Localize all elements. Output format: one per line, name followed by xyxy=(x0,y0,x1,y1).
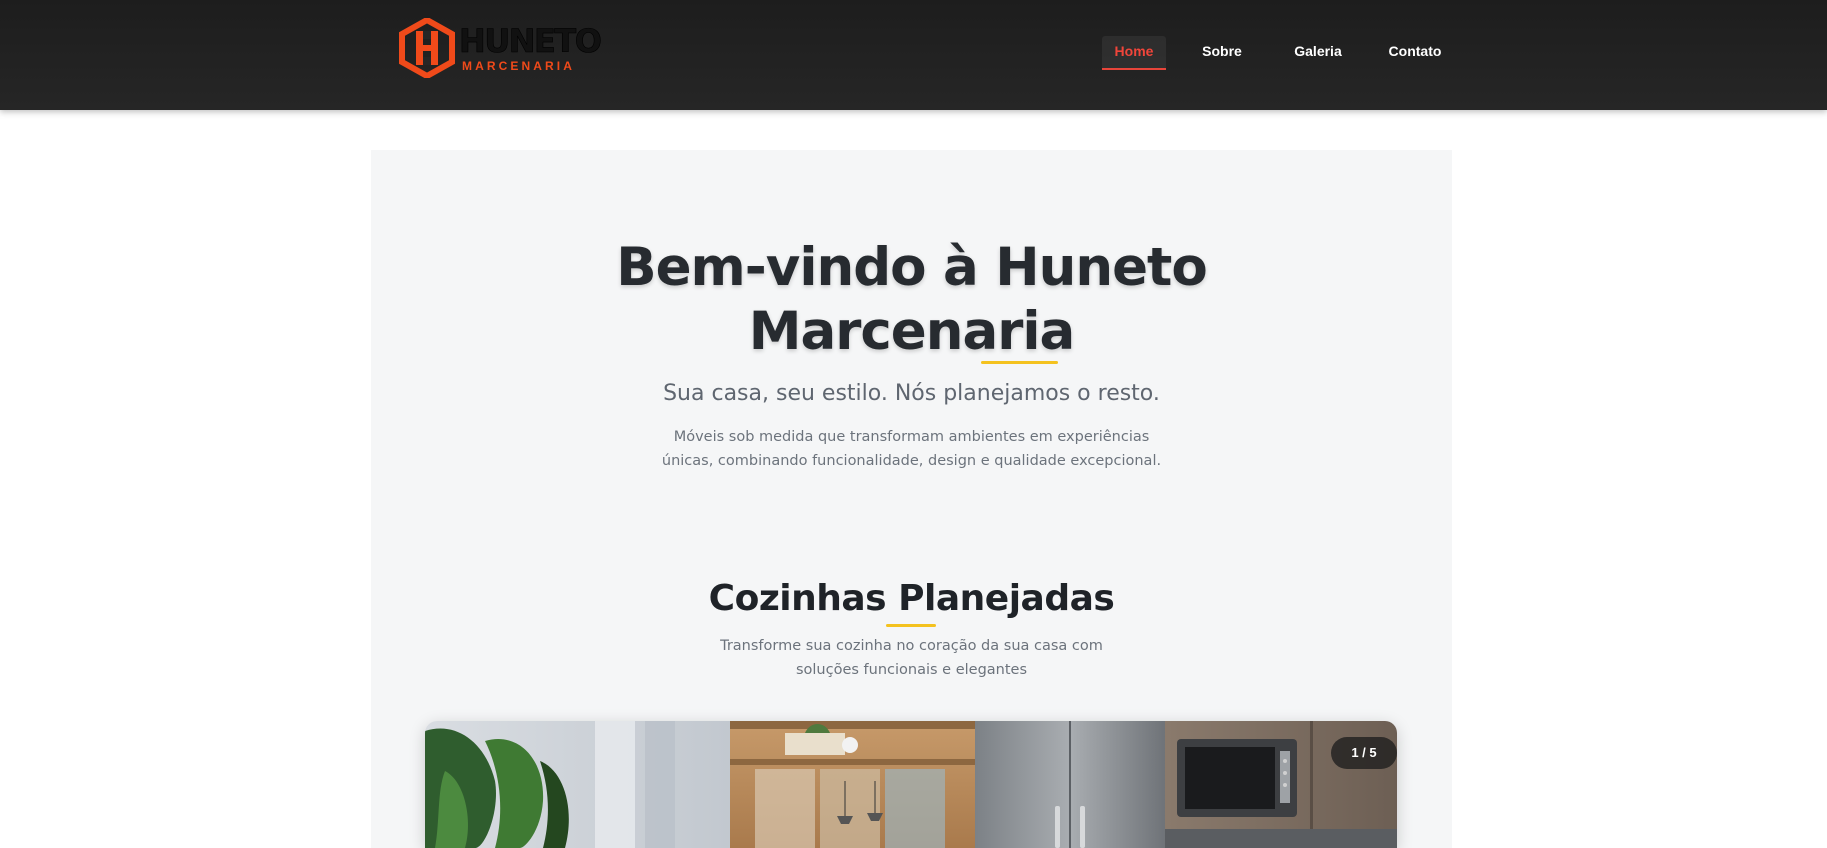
nav-sobre[interactable]: Sobre xyxy=(1196,36,1248,68)
kitchen-carousel[interactable]: 1 / 5 xyxy=(425,721,1397,848)
section-title-accent xyxy=(886,624,936,627)
section-description: Transforme sua cozinha no coração da sua… xyxy=(720,638,1103,678)
huneto-hexagon-logo-icon xyxy=(399,18,455,78)
site-header: HUNETO MARCENARIA Home Sobre Galeria Con… xyxy=(0,0,1827,110)
hero-title-line2: Marcenaria xyxy=(748,301,1076,362)
kitchen-photo xyxy=(425,721,1397,848)
hero-title: Bem-vindo à Huneto Marcenaria xyxy=(371,236,1452,364)
slide-counter: 1 / 5 xyxy=(1331,737,1397,769)
logo[interactable]: HUNETO MARCENARIA xyxy=(399,18,603,78)
hero-title-accent xyxy=(981,361,1058,364)
logo-wordmark: HUNETO xyxy=(459,22,603,60)
nav-home[interactable]: Home xyxy=(1102,36,1166,70)
hero-subtitle: Sua casa, seu estilo. Nós planejamos o r… xyxy=(663,381,1160,406)
hero-container: Bem-vindo à Huneto Marcenaria Sua casa, … xyxy=(371,150,1452,848)
logo-subtitle: MARCENARIA xyxy=(462,59,575,73)
hero-description: Móveis sob medida que transformam ambien… xyxy=(661,429,1162,469)
nav-contato[interactable]: Contato xyxy=(1384,36,1446,68)
hero-title-line1: Bem-vindo à Huneto xyxy=(616,237,1208,298)
section-title: Cozinhas Planejadas xyxy=(708,578,1115,619)
nav-galeria[interactable]: Galeria xyxy=(1288,36,1348,68)
